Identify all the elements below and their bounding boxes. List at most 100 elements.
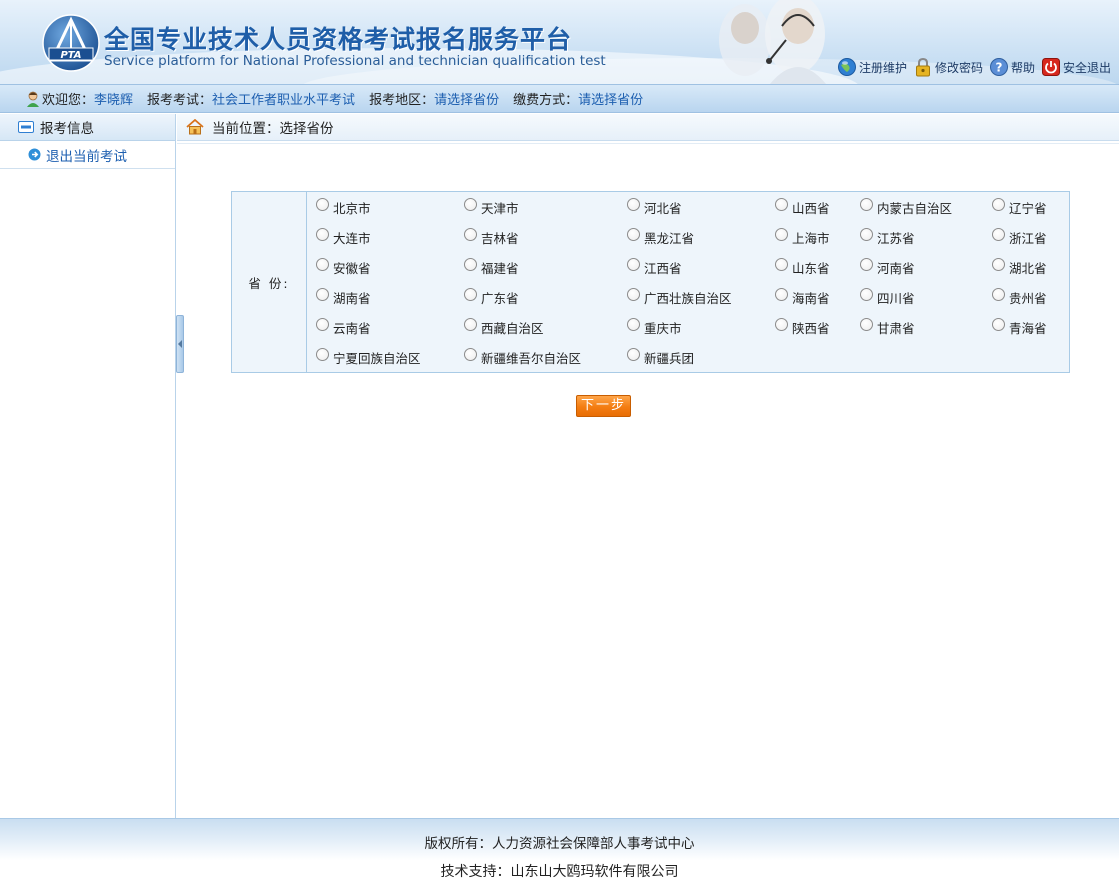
- region-value: 请选择省份: [434, 93, 500, 108]
- province-option-label: 内蒙古自治区: [877, 201, 953, 216]
- sidebar-collapse-handle[interactable]: [176, 315, 184, 373]
- svg-text:PTA: PTA: [60, 50, 81, 61]
- province-option[interactable]: 新疆维吾尔自治区: [464, 348, 581, 367]
- province-option[interactable]: 海南省: [775, 288, 830, 307]
- province-radio[interactable]: [627, 228, 640, 241]
- province-option-label: 北京市: [333, 201, 371, 216]
- province-option[interactable]: 江西省: [627, 258, 682, 277]
- province-radio[interactable]: [627, 318, 640, 331]
- user-icon: [27, 91, 39, 107]
- change-password-link[interactable]: 修改密码: [913, 57, 983, 77]
- province-radio[interactable]: [860, 318, 873, 331]
- province-radio[interactable]: [992, 258, 1005, 271]
- province-radio[interactable]: [464, 318, 477, 331]
- province-radio[interactable]: [627, 288, 640, 301]
- province-option[interactable]: 青海省: [992, 318, 1047, 337]
- next-step-button[interactable]: 下一步: [576, 395, 631, 417]
- province-radio[interactable]: [775, 318, 788, 331]
- panel-icon: [18, 121, 34, 133]
- welcome-bar: 欢迎您： 李晓辉 报考考试： 社会工作者职业水平考试 报考地区： 请选择省份 缴…: [0, 84, 1119, 113]
- header-banner: PTA 全国专业技术人员资格考试报名服务平台 Service platform …: [0, 0, 1119, 84]
- province-radio[interactable]: [316, 258, 329, 271]
- province-option[interactable]: 贵州省: [992, 288, 1047, 307]
- province-option-label: 山东省: [792, 261, 830, 276]
- province-option[interactable]: 吉林省: [464, 228, 519, 247]
- province-option-label: 宁夏回族自治区: [333, 351, 421, 366]
- province-option[interactable]: 天津市: [464, 198, 519, 217]
- register-maintain-link[interactable]: 注册维护: [837, 57, 907, 77]
- province-option[interactable]: 西藏自治区: [464, 318, 544, 337]
- province-radio[interactable]: [464, 288, 477, 301]
- globe-icon: [837, 58, 856, 76]
- call-center-people-image: [719, 0, 826, 84]
- province-option-label: 湖北省: [1009, 261, 1047, 276]
- site-title: 全国专业技术人员资格考试报名服务平台: [104, 25, 573, 54]
- province-radio[interactable]: [316, 288, 329, 301]
- province-option-label: 天津市: [481, 201, 519, 216]
- province-radio[interactable]: [775, 198, 788, 211]
- province-option[interactable]: 安徽省: [316, 258, 371, 277]
- province-radio[interactable]: [316, 348, 329, 361]
- province-option[interactable]: 辽宁省: [992, 198, 1047, 217]
- province-radio[interactable]: [464, 258, 477, 271]
- province-option[interactable]: 四川省: [860, 288, 915, 307]
- sidebar-item-label: 退出当前考试: [46, 148, 127, 165]
- register-maintain-label: 注册维护: [858, 60, 907, 75]
- logout-label: 安全退出: [1062, 60, 1111, 75]
- help-icon: ?: [989, 58, 1008, 76]
- province-option[interactable]: 河北省: [627, 198, 682, 217]
- province-radio[interactable]: [860, 258, 873, 271]
- province-option[interactable]: 浙江省: [992, 228, 1047, 247]
- province-option-label: 陕西省: [792, 321, 830, 336]
- province-radio[interactable]: [316, 228, 329, 241]
- province-radio[interactable]: [992, 228, 1005, 241]
- province-option[interactable]: 河南省: [860, 258, 915, 277]
- province-option[interactable]: 湖南省: [316, 288, 371, 307]
- province-radio[interactable]: [627, 198, 640, 211]
- province-radio[interactable]: [775, 258, 788, 271]
- welcome-label: 欢迎您：: [42, 93, 95, 108]
- province-option[interactable]: 广西壮族自治区: [627, 288, 732, 307]
- province-option[interactable]: 福建省: [464, 258, 519, 277]
- province-option[interactable]: 大连市: [316, 228, 371, 247]
- province-radio[interactable]: [316, 318, 329, 331]
- province-option[interactable]: 甘肃省: [860, 318, 915, 337]
- help-link[interactable]: ? 帮助: [989, 57, 1035, 77]
- province-option[interactable]: 广东省: [464, 288, 519, 307]
- province-option-label: 西藏自治区: [481, 321, 544, 336]
- province-option[interactable]: 北京市: [316, 198, 371, 217]
- province-option[interactable]: 重庆市: [627, 318, 682, 337]
- province-option[interactable]: 江苏省: [860, 228, 915, 247]
- province-radio[interactable]: [464, 198, 477, 211]
- province-option[interactable]: 云南省: [316, 318, 371, 337]
- province-option[interactable]: 山东省: [775, 258, 830, 277]
- province-radio[interactable]: [316, 198, 329, 211]
- province-radio[interactable]: [627, 348, 640, 361]
- logout-link[interactable]: 安全退出: [1041, 57, 1111, 77]
- province-option-label: 四川省: [877, 291, 915, 306]
- province-radio[interactable]: [464, 348, 477, 361]
- province-option[interactable]: 内蒙古自治区: [860, 198, 952, 217]
- province-option[interactable]: 山西省: [775, 198, 830, 217]
- sidebar-item-exit-exam[interactable]: 退出当前考试: [0, 141, 175, 169]
- province-option[interactable]: 新疆兵团: [627, 348, 694, 367]
- province-option[interactable]: 宁夏回族自治区: [316, 348, 421, 367]
- province-radio[interactable]: [860, 198, 873, 211]
- province-option-label: 浙江省: [1009, 231, 1047, 246]
- province-radio[interactable]: [860, 228, 873, 241]
- province-radio[interactable]: [627, 258, 640, 271]
- province-option[interactable]: 黑龙江省: [627, 228, 694, 247]
- province-radio[interactable]: [775, 288, 788, 301]
- province-radio[interactable]: [860, 288, 873, 301]
- province-radio[interactable]: [992, 198, 1005, 211]
- province-radio[interactable]: [992, 318, 1005, 331]
- sidebar-heading[interactable]: 报考信息: [0, 114, 175, 141]
- province-option[interactable]: 陕西省: [775, 318, 830, 337]
- province-option-label: 云南省: [333, 321, 371, 336]
- province-radio[interactable]: [775, 228, 788, 241]
- province-option[interactable]: 上海市: [775, 228, 830, 247]
- province-radio[interactable]: [992, 288, 1005, 301]
- province-option[interactable]: 湖北省: [992, 258, 1047, 277]
- province-option-label: 重庆市: [644, 321, 682, 336]
- province-radio[interactable]: [464, 228, 477, 241]
